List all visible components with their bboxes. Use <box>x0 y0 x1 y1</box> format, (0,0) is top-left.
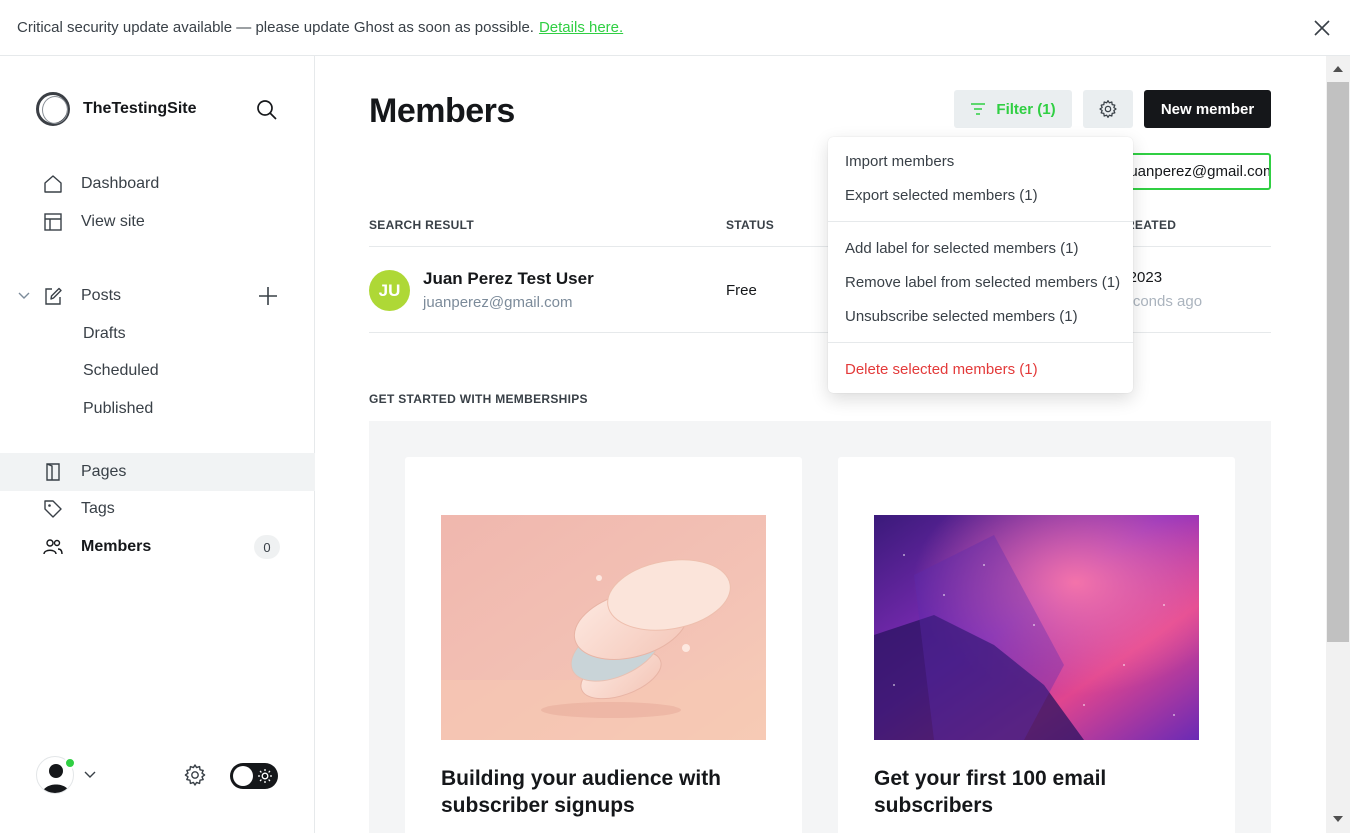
scroll-up-arrow-icon[interactable] <box>1333 64 1343 72</box>
members-actions-menu: Import members Export selected members (… <box>828 137 1133 393</box>
card-image-purple-sky <box>874 515 1199 740</box>
table-row[interactable]: JU Juan Perez Test User juanperez@gmail.… <box>369 247 1271 333</box>
sidebar-item-tags[interactable]: Tags <box>0 490 315 528</box>
sidebar-item-posts[interactable]: Posts <box>0 277 315 315</box>
close-icon[interactable] <box>1312 18 1332 38</box>
site-name: TheTestingSite <box>83 100 197 117</box>
edit-icon <box>45 287 62 305</box>
gear-icon <box>1099 100 1117 118</box>
dark-mode-toggle[interactable] <box>230 763 278 789</box>
site-header[interactable]: TheTestingSite <box>36 92 197 126</box>
menu-item-unsubscribe[interactable]: Unsubscribe selected members (1) <box>845 308 1078 325</box>
menu-divider <box>828 342 1133 343</box>
member-email: juanperez@gmail.com <box>423 294 573 311</box>
plus-icon[interactable] <box>257 285 279 307</box>
sidebar-item-label: Posts <box>81 287 122 304</box>
sun-icon <box>258 769 272 783</box>
scrollbar[interactable] <box>1326 56 1350 833</box>
get-started-heading: GET STARTED WITH MEMBERSHIPS <box>369 392 588 406</box>
sidebar-item-label: Drafts <box>83 325 126 342</box>
sidebar-item-label: View site <box>81 213 145 230</box>
sidebar: TheTestingSite Dashboard View site Posts… <box>0 56 315 833</box>
home-icon <box>44 175 62 193</box>
sidebar-item-label: Dashboard <box>81 175 160 192</box>
site-logo-icon <box>36 92 70 126</box>
menu-item-export-selected[interactable]: Export selected members (1) <box>845 187 1038 204</box>
sidebar-item-label: Scheduled <box>83 362 159 379</box>
sidebar-item-label: Published <box>83 400 154 417</box>
chevron-down-icon[interactable] <box>83 769 97 781</box>
sidebar-item-label: Pages <box>81 463 127 480</box>
filter-button[interactable]: Filter (1) <box>954 90 1072 128</box>
sidebar-item-drafts[interactable]: Drafts <box>0 315 315 353</box>
member-avatar: JU <box>369 270 410 311</box>
filter-button-label: Filter (1) <box>996 100 1056 118</box>
chevron-down-icon[interactable] <box>17 290 31 302</box>
card-image-abstract-discs <box>441 515 766 740</box>
menu-divider <box>828 221 1133 222</box>
sidebar-item-view-site[interactable]: View site <box>0 203 315 241</box>
sidebar-item-published[interactable]: Published <box>0 390 315 428</box>
column-header-search-result: SEARCH RESULT <box>369 218 475 232</box>
column-header-status: STATUS <box>726 218 775 232</box>
security-banner: Critical security update available — ple… <box>0 0 1350 56</box>
card-title: Get your first 100 email subscribers <box>874 767 1107 817</box>
main-content: Members Filter (1) New member juanperez@… <box>316 56 1326 833</box>
page-title: Members <box>369 92 515 130</box>
layout-icon <box>44 213 62 231</box>
search-icon[interactable] <box>255 98 279 122</box>
get-started-card[interactable]: Building your audience with subscriber s… <box>405 457 802 833</box>
page-icon <box>46 463 60 481</box>
sidebar-item-dashboard[interactable]: Dashboard <box>0 165 315 203</box>
scrollbar-thumb[interactable] <box>1327 82 1349 642</box>
get-started-card[interactable]: Get your first 100 email subscribers <box>838 457 1235 833</box>
sidebar-item-pages[interactable]: Pages <box>0 453 315 491</box>
member-name: Juan Perez Test User <box>423 269 594 288</box>
filter-icon <box>971 103 986 115</box>
menu-item-import-members[interactable]: Import members <box>845 153 954 170</box>
banner-message: Critical security update available — ple… <box>17 19 534 36</box>
sidebar-footer <box>0 756 315 796</box>
members-icon <box>43 539 63 555</box>
new-member-button[interactable]: New member <box>1144 90 1271 128</box>
online-status-dot <box>64 757 76 769</box>
members-actions-button[interactable] <box>1083 90 1133 128</box>
table-header: SEARCH RESULT STATUS CREATED <box>369 206 1271 247</box>
gear-icon[interactable] <box>183 763 207 787</box>
scroll-down-arrow-icon[interactable] <box>1333 816 1343 824</box>
toggle-knob <box>233 766 253 786</box>
menu-item-remove-label[interactable]: Remove label from selected members (1) <box>845 274 1120 291</box>
menu-item-delete-selected[interactable]: Delete selected members (1) <box>845 361 1038 378</box>
sidebar-item-label: Tags <box>81 500 115 517</box>
tag-icon <box>44 500 62 518</box>
menu-item-add-label[interactable]: Add label for selected members (1) <box>845 240 1078 257</box>
get-started-panel: Building your audience with subscriber s… <box>369 421 1271 833</box>
sidebar-item-scheduled[interactable]: Scheduled <box>0 352 315 390</box>
sidebar-item-label: Members <box>81 538 152 555</box>
banner-details-link[interactable]: Details here. <box>539 19 623 36</box>
members-count-badge: 0 <box>254 535 280 559</box>
card-title: Building your audience with subscriber s… <box>441 767 722 817</box>
sidebar-item-members[interactable]: Members 0 <box>0 528 315 566</box>
member-status: Free <box>726 282 757 299</box>
